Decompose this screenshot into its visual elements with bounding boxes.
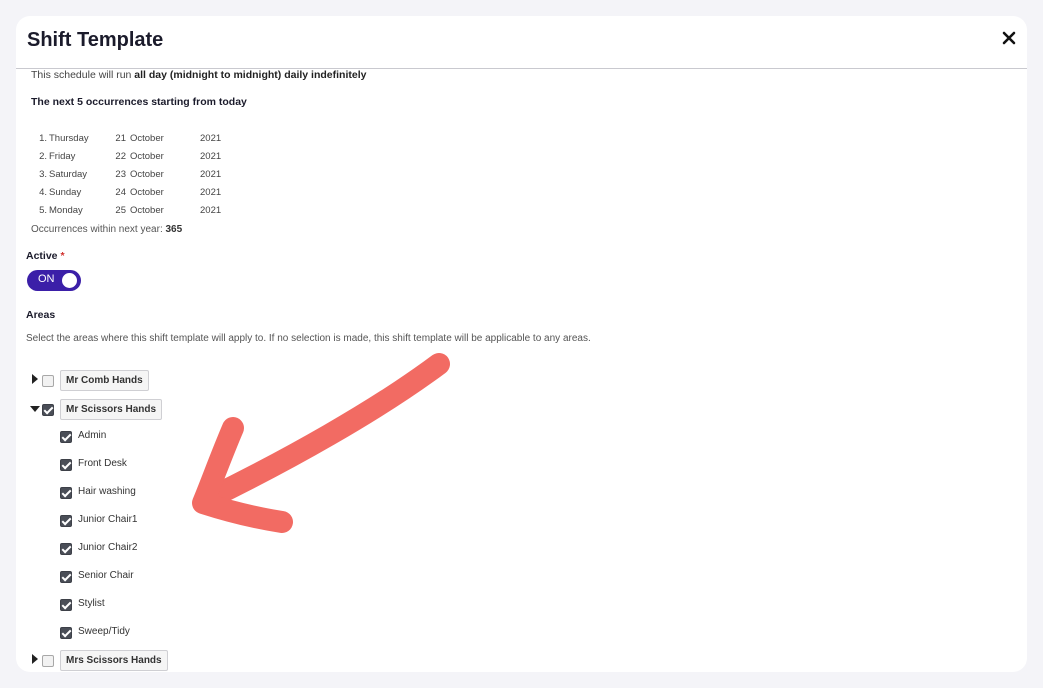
occurrence-index: 4.: [39, 187, 47, 198]
occurrence-day: Friday: [49, 151, 76, 162]
modal-title: Shift Template: [27, 29, 164, 51]
area-child-row: Stylist: [16, 594, 316, 616]
area-child-row: Junior Chair2: [16, 538, 316, 560]
required-mark: *: [60, 250, 65, 262]
occurrences-count: Occurrences within next year: 365: [31, 224, 182, 235]
area-group-row: Mr Scissors Hands: [16, 398, 316, 420]
area-child-label: Hair washing: [78, 486, 136, 497]
occurrence-row: 1. Thursday 21 October 2021: [16, 133, 276, 151]
area-group-checkbox[interactable]: [42, 375, 54, 387]
area-child-checkbox[interactable]: [60, 487, 72, 499]
area-child-row: Junior Chair1: [16, 510, 316, 532]
area-child-checkbox[interactable]: [60, 515, 72, 527]
area-child-checkbox[interactable]: [60, 571, 72, 583]
area-child-row: Hair washing: [16, 482, 316, 504]
occurrences-count-label: Occurrences within next year:: [31, 224, 166, 235]
occurrence-index: 5.: [39, 205, 47, 216]
occurrence-index: 2.: [39, 151, 47, 162]
occurrence-month: October: [130, 151, 164, 162]
area-child-checkbox[interactable]: [60, 459, 72, 471]
occurrence-day: Sunday: [49, 187, 82, 198]
occurrence-row: 3. Saturday 23 October 2021: [16, 169, 276, 187]
area-child-checkbox[interactable]: [60, 431, 72, 443]
area-child-label: Sweep/Tidy: [78, 626, 130, 637]
area-child-row: Senior Chair: [16, 566, 316, 588]
modal-header: Shift Template: [16, 16, 1027, 69]
area-child-row: Admin: [16, 426, 316, 448]
occurrence-row: 2. Friday 22 October 2021: [16, 151, 276, 169]
caret-right-icon[interactable]: [32, 654, 38, 664]
active-label: Active *: [26, 250, 65, 262]
area-group-checkbox[interactable]: [42, 404, 54, 416]
areas-label: Areas: [26, 309, 56, 321]
shift-template-modal: Shift Template This schedule will run al…: [16, 16, 1027, 672]
active-label-text: Active: [26, 250, 58, 262]
areas-description: Select the areas where this shift templa…: [26, 333, 591, 344]
schedule-summary-value: all day (midnight to midnight) daily ind…: [134, 69, 367, 81]
occurrence-year: 2021: [200, 133, 222, 144]
toggle-label: ON: [38, 273, 55, 285]
occurrence-year: 2021: [200, 187, 222, 198]
occurrence-date: 23: [115, 169, 126, 180]
area-group-button[interactable]: Mrs Scissors Hands: [60, 650, 168, 671]
area-group-row: Mrs Scissors Hands: [16, 649, 316, 671]
occurrence-year: 2021: [200, 205, 222, 216]
toggle-knob: [62, 273, 77, 288]
schedule-prefix: This schedule will run: [31, 69, 135, 81]
occurrence-index: 1.: [39, 133, 47, 144]
occurrence-year: 2021: [200, 169, 222, 180]
occurrence-day: Saturday: [49, 169, 88, 180]
area-group-button[interactable]: Mr Comb Hands: [60, 370, 149, 391]
close-icon[interactable]: [1001, 30, 1017, 46]
occurrence-index: 3.: [39, 169, 47, 180]
area-child-label: Front Desk: [78, 458, 127, 469]
occurrence-day: Monday: [49, 205, 83, 216]
occurrence-row: 5. Monday 25 October 2021: [16, 205, 276, 223]
area-child-checkbox[interactable]: [60, 599, 72, 611]
area-child-label: Stylist: [78, 598, 105, 609]
occurrence-month: October: [130, 133, 164, 144]
caret-down-icon[interactable]: [30, 406, 40, 412]
occurrences-heading: The next 5 occurrences starting from tod…: [31, 96, 247, 108]
occurrence-month: October: [130, 187, 164, 198]
occurrences-count-value: 365: [165, 224, 183, 235]
caret-right-icon[interactable]: [32, 374, 38, 384]
area-child-label: Junior Chair2: [78, 542, 138, 553]
occurrence-month: October: [130, 169, 164, 180]
occurrence-row: 4. Sunday 24 October 2021: [16, 187, 276, 205]
area-child-label: Junior Chair1: [78, 514, 138, 525]
area-child-checkbox[interactable]: [60, 543, 72, 555]
area-group-button[interactable]: Mr Scissors Hands: [60, 399, 163, 420]
occurrence-date: 21: [115, 133, 126, 144]
occurrence-year: 2021: [200, 151, 222, 162]
area-child-row: Front Desk: [16, 454, 316, 476]
area-child-label: Admin: [78, 430, 107, 441]
schedule-summary: This schedule will run all day (midnight…: [31, 69, 366, 81]
occurrence-date: 24: [115, 187, 126, 198]
occurrence-day: Thursday: [49, 133, 89, 144]
area-child-checkbox[interactable]: [60, 627, 72, 639]
area-child-label: Senior Chair: [78, 570, 134, 581]
area-group-row: Mr Comb Hands: [16, 369, 316, 391]
active-toggle[interactable]: ON: [27, 270, 81, 291]
area-child-row: Sweep/Tidy: [16, 622, 316, 644]
occurrence-date: 22: [115, 151, 126, 162]
occurrence-date: 25: [115, 205, 126, 216]
occurrence-month: October: [130, 205, 164, 216]
area-group-checkbox[interactable]: [42, 655, 54, 667]
